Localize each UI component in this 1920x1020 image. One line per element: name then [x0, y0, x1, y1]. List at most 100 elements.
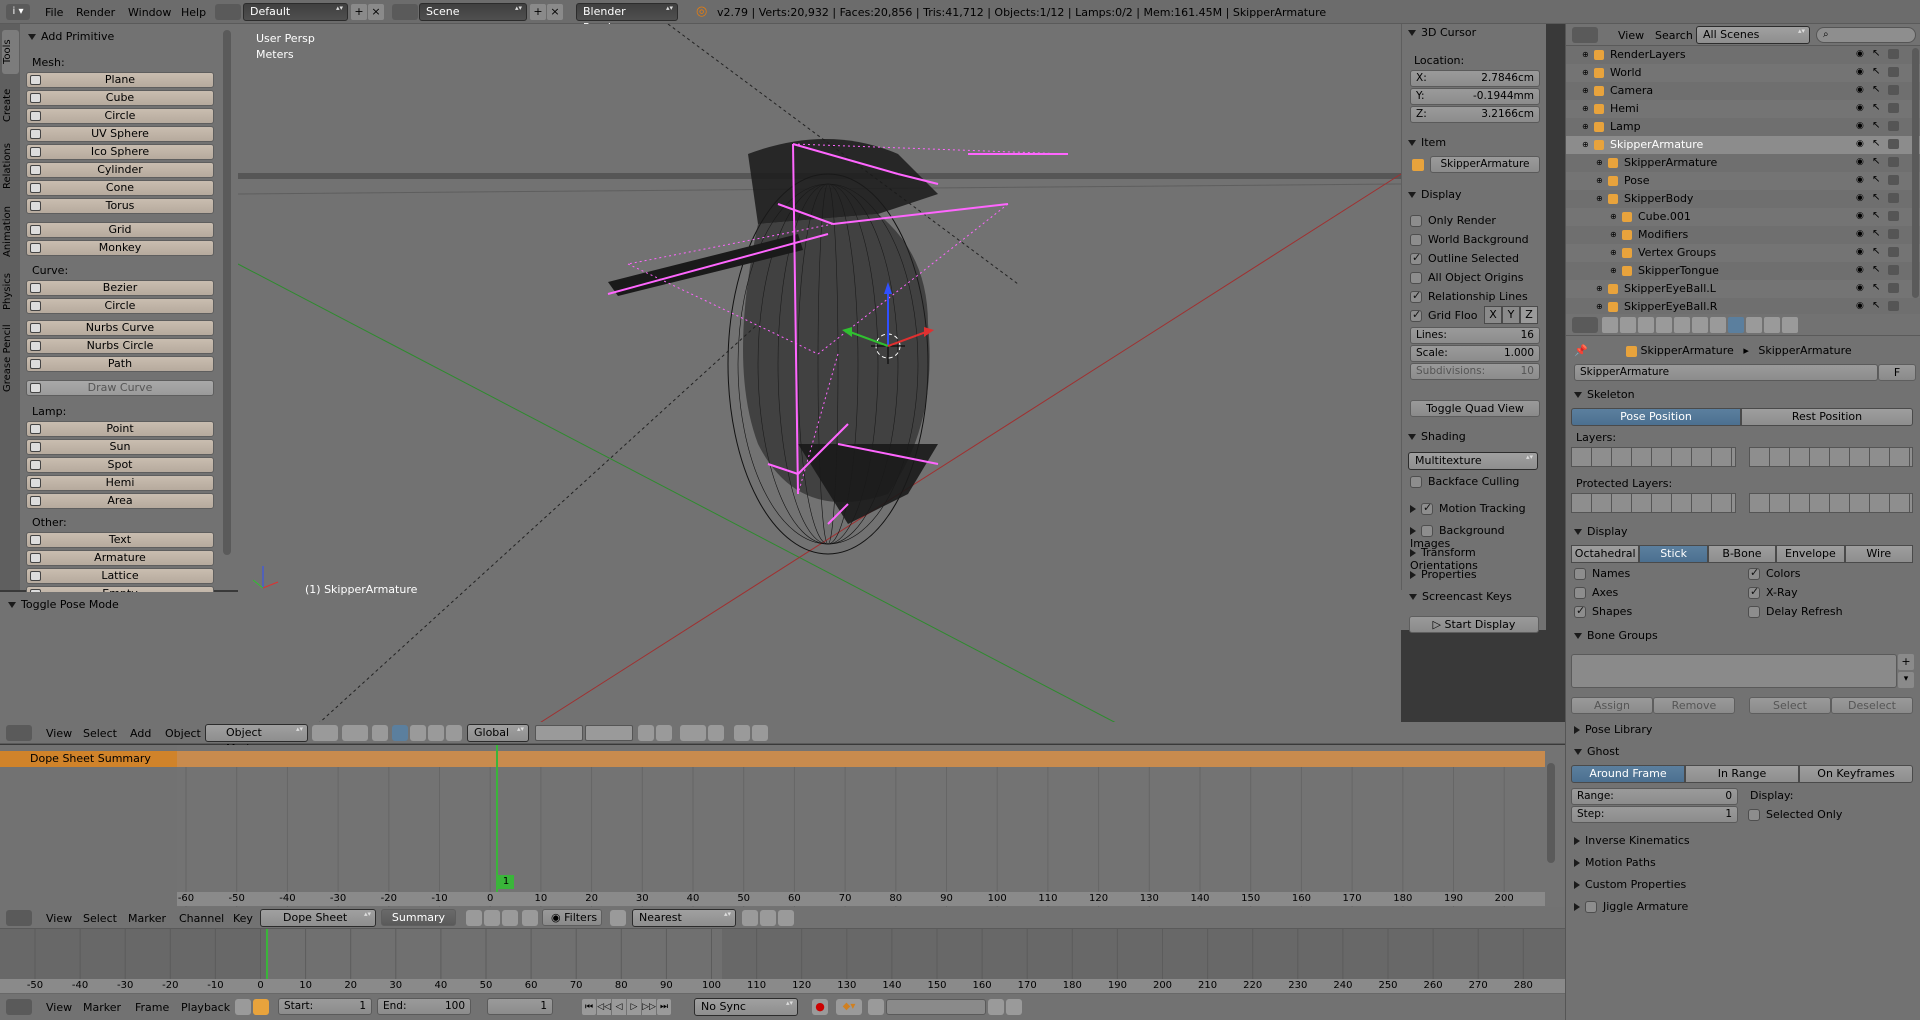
- select-button[interactable]: Select: [1749, 697, 1831, 714]
- editor-type-properties-icon[interactable]: [1572, 317, 1598, 333]
- jump-start-icon[interactable]: ⏮: [582, 999, 596, 1015]
- visibility-eye-icon[interactable]: ◉: [1856, 175, 1864, 185]
- bone-tab-icon[interactable]: [1746, 317, 1762, 333]
- jump-end-icon[interactable]: ⏭: [657, 999, 671, 1015]
- selectability-cursor-icon[interactable]: ↖: [1872, 66, 1880, 77]
- render-anim-icon[interactable]: [752, 725, 768, 741]
- grid-lines-field[interactable]: Lines: 16: [1410, 327, 1540, 344]
- visibility-eye-icon[interactable]: ◉: [1856, 229, 1864, 239]
- outliner-expand-icon[interactable]: ⊕: [1610, 266, 1617, 275]
- paste-flipped-icon[interactable]: [778, 910, 794, 926]
- orientation-dropdown[interactable]: Global: [467, 724, 529, 742]
- rest-position-button[interactable]: Rest Position: [1741, 408, 1913, 426]
- mesh2-button-0[interactable]: Grid: [26, 222, 214, 238]
- mesh-button-7[interactable]: Torus: [26, 198, 214, 214]
- motion-tracking-panel[interactable]: Motion Tracking: [1410, 501, 1526, 515]
- use-start-frame-icon[interactable]: [253, 999, 269, 1015]
- play-reverse-icon[interactable]: ◁: [612, 999, 626, 1015]
- pivot-icon[interactable]: [342, 725, 368, 741]
- other-button-2[interactable]: Lattice: [26, 568, 214, 584]
- outliner-expand-icon[interactable]: ⊕: [1610, 230, 1617, 239]
- dope-sheet-vscroll[interactable]: [1547, 763, 1555, 863]
- selectability-cursor-icon[interactable]: ↖: [1872, 48, 1880, 59]
- visibility-eye-icon[interactable]: ◉: [1856, 85, 1864, 95]
- outliner-item[interactable]: ⊕ Camera ◉ ↖: [1566, 82, 1920, 100]
- curve-button-1[interactable]: Circle: [26, 298, 214, 314]
- preview-range-icon[interactable]: [235, 999, 251, 1015]
- manipulator-icon[interactable]: [372, 725, 388, 741]
- selectability-cursor-icon[interactable]: ↖: [1872, 228, 1880, 239]
- visibility-eye-icon[interactable]: ◉: [1856, 247, 1864, 257]
- colors-checkbox[interactable]: [1748, 566, 1760, 580]
- display-panel-title[interactable]: Display: [1408, 188, 1462, 201]
- fake-user-button[interactable]: F: [1878, 364, 1916, 381]
- layers-grid-1[interactable]: [535, 725, 583, 741]
- 3d-cursor-panel-title[interactable]: 3D Cursor: [1408, 26, 1476, 39]
- curve-button-0[interactable]: Bezier: [26, 280, 214, 296]
- shapes-toggle[interactable]: Shapes: [1574, 604, 1632, 618]
- lock-camera-icon[interactable]: [638, 725, 654, 741]
- ghost-around-frame[interactable]: Around Frame: [1571, 765, 1685, 783]
- outliner-item[interactable]: ⊕ Cube.001 ◉ ↖: [1566, 208, 1920, 226]
- display-mode-0[interactable]: Octahedral: [1571, 545, 1640, 563]
- viewport-menu-select[interactable]: Select: [83, 727, 117, 740]
- visibility-eye-icon[interactable]: ◉: [1856, 139, 1864, 149]
- selectability-cursor-icon[interactable]: ↖: [1872, 102, 1880, 113]
- editor-type-timeline-icon[interactable]: [6, 999, 32, 1015]
- renderability-camera-icon[interactable]: [1888, 175, 1899, 185]
- renderability-camera-icon[interactable]: [1888, 85, 1899, 95]
- filters-button[interactable]: ◉ Filters: [542, 909, 602, 926]
- translate-icon[interactable]: [392, 725, 408, 741]
- outliner-expand-icon[interactable]: ⊕: [1582, 86, 1589, 95]
- timeline[interactable]: -50 -40 -30 -20 -10 0 10 20 30 40 50 60 70 80 90 100 110…: [0, 929, 1565, 994]
- outliner-item[interactable]: ⊕ SkipperArmature ◉ ↖: [1566, 136, 1920, 154]
- renderability-camera-icon[interactable]: [1888, 49, 1899, 59]
- grid-floor-checkbox[interactable]: [1410, 308, 1422, 322]
- renderability-camera-icon[interactable]: [1888, 265, 1899, 275]
- render-still-icon[interactable]: [734, 725, 750, 741]
- outliner-expand-icon[interactable]: ⊕: [1582, 104, 1589, 113]
- scene-add-button[interactable]: +: [530, 4, 546, 20]
- renderability-camera-icon[interactable]: [1888, 247, 1899, 257]
- bone-constraints-tab-icon[interactable]: [1764, 317, 1780, 333]
- display-option-2[interactable]: Outline Selected: [1410, 251, 1519, 265]
- display-option-1-checkbox[interactable]: [1410, 234, 1422, 246]
- selectability-cursor-icon[interactable]: ↖: [1872, 120, 1880, 131]
- properties-panel[interactable]: Properties: [1410, 568, 1477, 581]
- viewport-menu-object[interactable]: Object: [165, 727, 201, 740]
- rotate-icon[interactable]: [410, 725, 426, 741]
- ghost-step-field[interactable]: Step: 1: [1571, 806, 1738, 823]
- pin-icon[interactable]: 📌: [1574, 344, 1588, 358]
- constraints-tab-icon[interactable]: [1692, 317, 1708, 333]
- editor-type-3d-icon[interactable]: [6, 725, 32, 741]
- backface-culling-toggle[interactable]: Backface Culling: [1410, 475, 1519, 488]
- motion-tracking-checkbox[interactable]: [1421, 501, 1433, 515]
- selectability-cursor-icon[interactable]: ↖: [1872, 300, 1880, 311]
- other-button-1[interactable]: Armature: [26, 550, 214, 566]
- selectability-cursor-icon[interactable]: ↖: [1872, 264, 1880, 275]
- dopesheet-menu-marker[interactable]: Marker: [128, 912, 166, 925]
- dopesheet-search-icon[interactable]: [522, 910, 538, 926]
- outliner-expand-icon[interactable]: ⊕: [1582, 122, 1589, 131]
- mesh-button-4[interactable]: Ico Sphere: [26, 144, 214, 160]
- ghost-range-field[interactable]: Range: 0: [1571, 788, 1738, 805]
- deselect-button[interactable]: Deselect: [1831, 697, 1913, 714]
- modifiers-tab-icon[interactable]: [1710, 317, 1726, 333]
- texture-tab-icon[interactable]: [1782, 317, 1798, 333]
- summary-toggle[interactable]: Summary: [381, 909, 456, 926]
- lamp-button-3[interactable]: Hemi: [26, 475, 214, 491]
- selectability-cursor-icon[interactable]: ↖: [1872, 192, 1880, 203]
- outliner-item[interactable]: ⊕ SkipperEyeBall.L ◉ ↖: [1566, 280, 1920, 298]
- timeline-menu-frame[interactable]: Frame: [135, 1001, 169, 1014]
- selectability-cursor-icon[interactable]: ↖: [1872, 156, 1880, 167]
- skeleton-panel-title[interactable]: Skeleton: [1574, 388, 1635, 401]
- outliner-item[interactable]: ⊕ SkipperBody ◉ ↖: [1566, 190, 1920, 208]
- selected-only-checkbox[interactable]: [1748, 809, 1760, 821]
- renderability-camera-icon[interactable]: [1888, 103, 1899, 113]
- dopesheet-mode-dropdown[interactable]: Dope Sheet: [260, 909, 376, 927]
- outliner-display-dropdown[interactable]: All Scenes: [1696, 26, 1810, 44]
- armature-display-panel-title[interactable]: Display: [1574, 525, 1628, 538]
- protected-layers-grid-a[interactable]: [1571, 493, 1736, 513]
- display-option-0-checkbox[interactable]: [1410, 215, 1422, 227]
- viewport-3d[interactable]: User Persp Meters (1) SkipperArmature: [238, 24, 1401, 724]
